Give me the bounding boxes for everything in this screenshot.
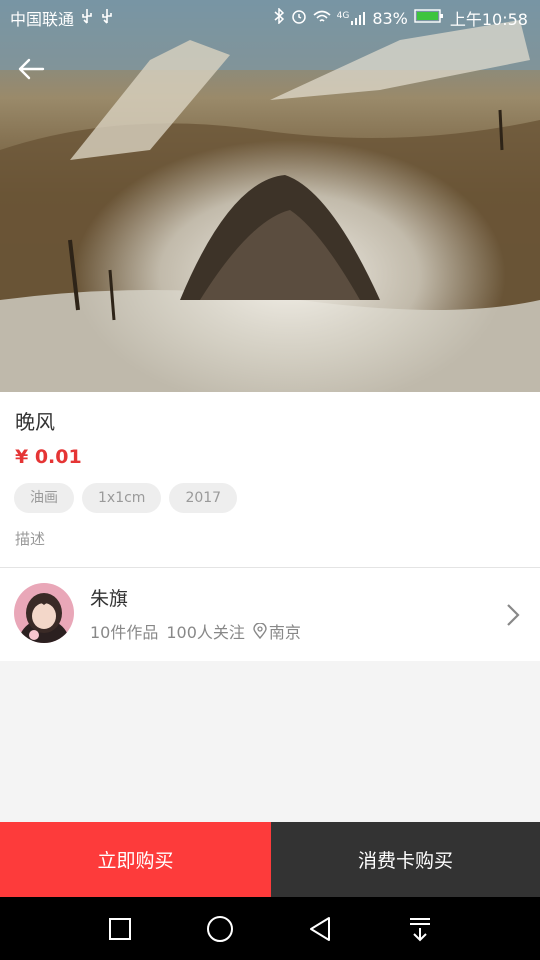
triangle-back-icon [310, 916, 330, 941]
works-count: 10件作品 [90, 623, 159, 642]
avatar[interactable] [14, 583, 74, 643]
status-bar: 中国联通 4G 83% 上午10:58 [0, 0, 540, 36]
purchase-bar: 立即购买 消费卡购买 [0, 822, 540, 897]
followers-count: 100人关注 [166, 623, 245, 642]
chevron-right-icon[interactable] [506, 603, 520, 631]
description-label: 描述 [15, 530, 46, 548]
location: 南京 [253, 619, 301, 643]
signal-icon: 4G [337, 11, 367, 25]
tag-list: 油画 1x1cm 2017 [14, 483, 238, 513]
system-nav-bar [0, 897, 540, 960]
artwork-image[interactable] [0, 0, 540, 392]
pull-down-icon [410, 917, 430, 941]
artwork-title: 晚风 [15, 410, 55, 434]
artist-name: 朱旗 [90, 588, 129, 610]
circle-icon [207, 915, 233, 942]
artist-row[interactable]: 朱旗 10件作品 100人关注 南京 [0, 568, 540, 661]
battery-percent: 83% [372, 8, 408, 28]
location-pin-icon [253, 623, 267, 639]
back-button[interactable] [14, 52, 48, 86]
clock: 上午10:58 [449, 10, 528, 29]
usb-icon [100, 8, 114, 28]
tag-medium: 油画 [14, 483, 74, 513]
bluetooth-icon [273, 7, 285, 28]
buy-now-button[interactable]: 立即购买 [0, 822, 271, 897]
recent-apps-button[interactable] [100, 909, 140, 949]
notification-pull-button[interactable] [400, 909, 440, 949]
carrier-label: 中国联通 [10, 10, 75, 29]
usb-icon [80, 8, 94, 28]
buy-with-card-button[interactable]: 消费卡购买 [271, 822, 540, 897]
artist-stats: 10件作品 100人关注 南京 [90, 619, 301, 643]
battery-icon [414, 8, 444, 28]
square-icon [109, 917, 131, 940]
tag-size: 1x1cm [82, 483, 162, 513]
arrow-left-icon [18, 58, 45, 80]
alarm-icon [291, 8, 307, 28]
artwork-price: ¥ 0.01 [15, 446, 82, 468]
home-button[interactable] [200, 909, 240, 949]
artwork-info: 晚风 ¥ 0.01 油画 1x1cm 2017 描述 [0, 392, 540, 568]
wifi-icon [313, 9, 331, 28]
tag-year: 2017 [169, 483, 238, 513]
network-type-label: 4G [336, 11, 350, 21]
back-nav-button[interactable] [300, 909, 340, 949]
location-label: 南京 [268, 623, 301, 642]
